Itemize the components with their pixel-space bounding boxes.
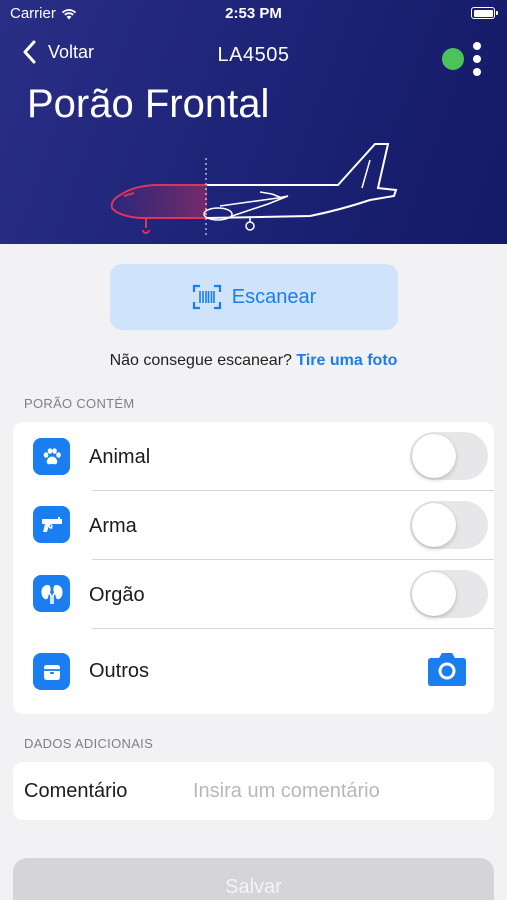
- more-options-icon[interactable]: [470, 42, 484, 78]
- toggle-organ[interactable]: [410, 570, 488, 618]
- row-animal: Animal: [13, 422, 494, 490]
- battery-icon: [471, 7, 498, 19]
- flight-number: LA4505: [217, 44, 290, 66]
- connection-status-dot: [442, 48, 464, 70]
- row-weapon: Arma: [13, 491, 494, 559]
- clock: 2:53 PM: [225, 5, 282, 22]
- camera-icon[interactable]: [426, 651, 468, 692]
- toggle-animal[interactable]: [410, 432, 488, 480]
- take-photo-link[interactable]: Tire uma foto: [296, 352, 397, 369]
- scan-alt-text: Não consegue escanear?: [109, 352, 292, 369]
- row-label-others: Outros: [89, 660, 150, 682]
- box-icon: [33, 653, 70, 690]
- row-label-organ: Orgão: [89, 584, 145, 606]
- comment-input[interactable]: [193, 772, 483, 810]
- gun-icon: [33, 506, 70, 543]
- comment-label: Comentário: [24, 780, 128, 802]
- row-label-weapon: Arma: [89, 515, 137, 537]
- paw-icon: [33, 438, 70, 475]
- row-label-animal: Animal: [89, 446, 151, 468]
- barcode-scan-icon: [192, 284, 221, 310]
- scan-label: Escanear: [231, 285, 317, 308]
- header: Carrier 2:53 PM Voltar LA4505 Porão Fron…: [0, 0, 507, 244]
- toggle-weapon[interactable]: [410, 501, 488, 549]
- hold-contents-card: Animal Arma Orgão Outros: [13, 422, 494, 714]
- page-title: Porão Frontal: [27, 82, 270, 126]
- comment-card: Comentário: [13, 762, 494, 820]
- scan-alternative: Não consegue escanear? Tire uma foto: [0, 352, 507, 370]
- status-bar: Carrier 2:53 PM: [0, 0, 507, 28]
- row-organ: Orgão: [13, 560, 494, 628]
- save-button[interactable]: Salvar: [13, 858, 494, 900]
- hold-section-label: PORÃO CONTÉM: [24, 396, 135, 411]
- row-others: Outros: [13, 629, 494, 714]
- airplane-illustration: [110, 143, 398, 236]
- additional-section-label: DADOS ADICIONAIS: [24, 736, 154, 751]
- kidney-icon: [33, 575, 70, 612]
- scan-button[interactable]: Escanear: [110, 264, 398, 330]
